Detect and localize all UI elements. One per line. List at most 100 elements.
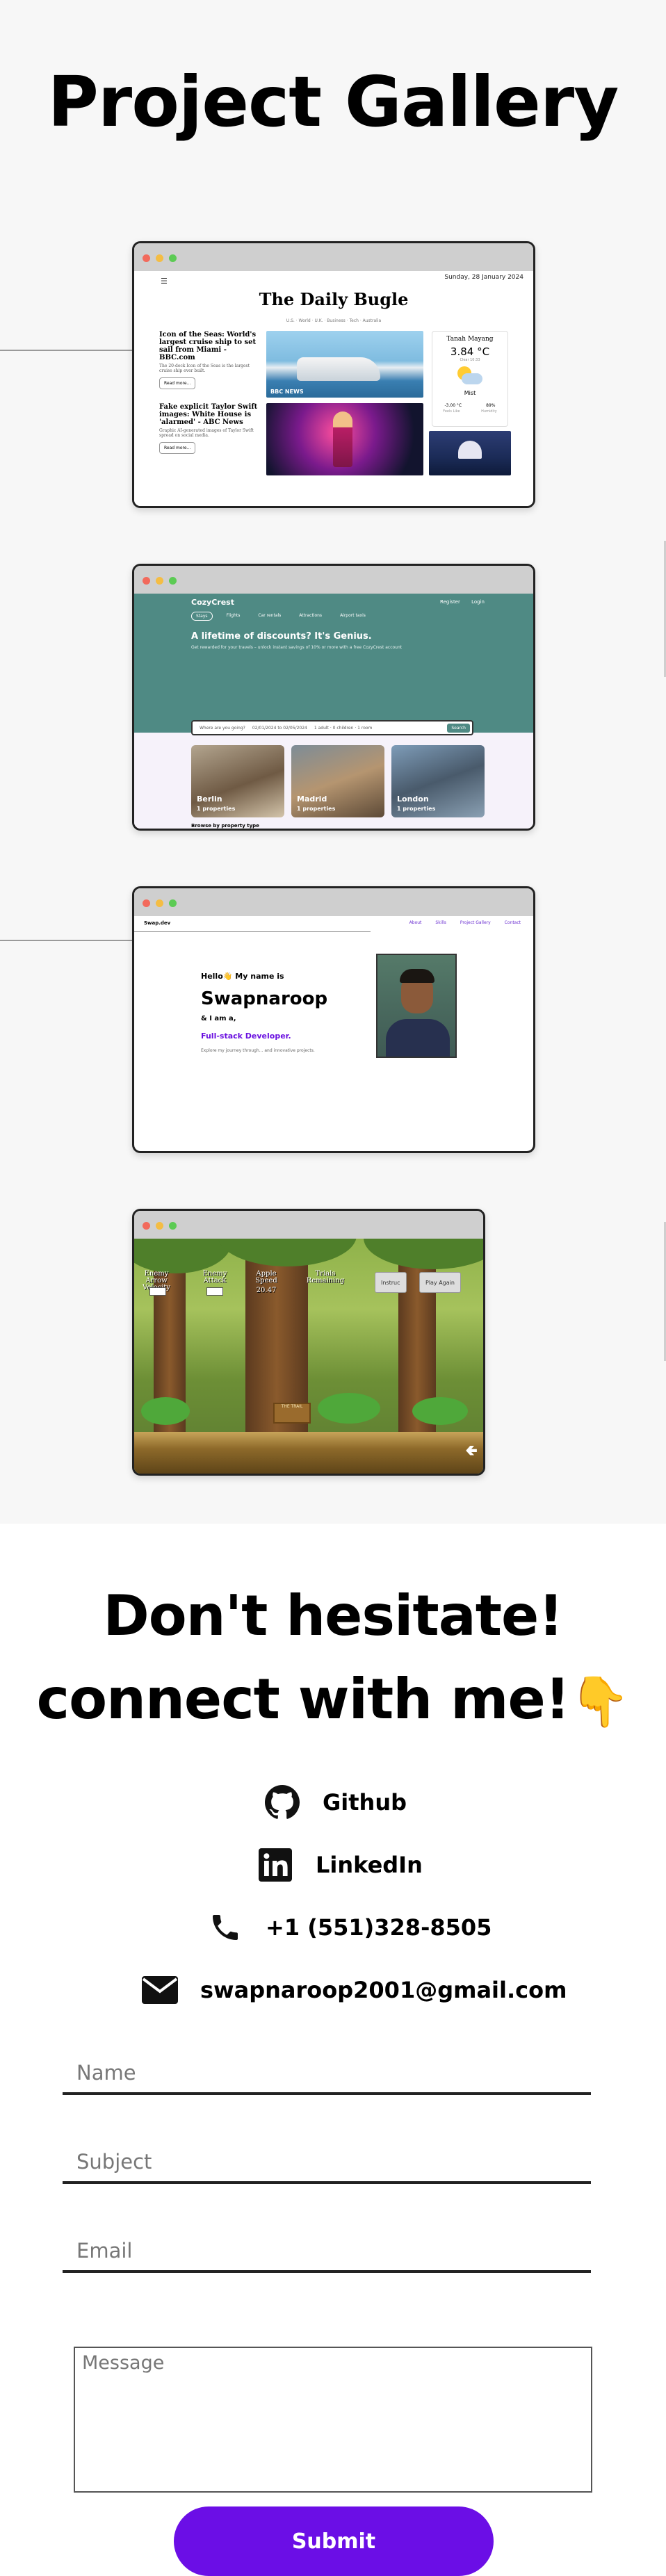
hero-tagline: Explore my journey through... and innova… (201, 1048, 315, 1053)
window-close-dot (143, 254, 150, 262)
nav-about: About (409, 920, 422, 925)
window-close-dot (143, 1222, 150, 1230)
project-preview: ☰ Sunday, 28 January 2024 The Daily Bugl… (134, 271, 533, 506)
tab-car-rentals: Car rentals (258, 613, 282, 618)
window-minimize-dot (156, 899, 163, 907)
portfolio-nav-links: About Skills Project Gallery Contact (409, 920, 521, 925)
window-close-dot (143, 577, 150, 585)
contact-title-text: connect with me! (36, 1667, 571, 1731)
humidity-label: Humidity (481, 409, 497, 414)
window-minimize-dot (156, 577, 163, 585)
submit-button[interactable]: Submit (174, 2506, 494, 2576)
bugle-article: Icon of the Seas: World's largest cruise… (159, 331, 263, 389)
nav-contact: Contact (504, 920, 521, 925)
browser-title-bar (134, 566, 533, 594)
cozy-header: CozyCrest Register Login Stays Flights C… (134, 594, 533, 733)
city-card-london: London 1 properties (391, 745, 485, 817)
github-label: Github (323, 1789, 407, 1816)
guests-field: 1 adult · 0 children · 1 room (314, 725, 373, 731)
article-title: Icon of the Seas: World's largest cruise… (159, 331, 257, 361)
browser-title-bar (134, 888, 533, 916)
hero-role: Full-stack Developer. (201, 1032, 291, 1041)
linkedin-link[interactable]: LinkedIn (257, 1845, 423, 1884)
cozy-headline: A lifetime of discounts? It's Genius. (191, 631, 372, 642)
hud-speed-value: 20.47 (256, 1287, 277, 1294)
contact-title-line2: connect with me!👇 (0, 1667, 666, 1731)
partly-cloudy-icon (455, 366, 485, 389)
linkedin-label: LinkedIn (316, 1852, 423, 1878)
performer-figure (333, 411, 352, 467)
subject-input[interactable]: Subject (63, 2142, 591, 2184)
portfolio-brand: Swap.dev (144, 920, 171, 926)
nav-skills: Skills (435, 920, 446, 925)
pointing-down-icon: 👇 (569, 1673, 630, 1730)
bush (141, 1397, 190, 1425)
profile-photo (376, 954, 457, 1058)
cozy-tabs: Stays Flights Car rentals Attractions Ai… (191, 612, 370, 621)
window-maximize-dot (169, 899, 177, 907)
name-input[interactable]: Name (63, 2053, 591, 2095)
browser-title-bar (134, 243, 533, 271)
hero-greeting: Hello👋 My name is (201, 972, 284, 981)
tree-canopy (218, 1239, 357, 1266)
dates-field: 02/01/2024 to 02/05/2024 (252, 725, 307, 731)
concert-image (266, 403, 423, 475)
email-input[interactable]: Email (63, 2231, 591, 2273)
project-card-cozycrest[interactable]: CozyCrest Register Login Stays Flights C… (132, 564, 535, 831)
weather-widget: Tanah Mayang 3.84 °C Clear 10:33 Mist -3… (432, 331, 508, 427)
bush (318, 1393, 380, 1424)
github-link[interactable]: Github (264, 1783, 407, 1822)
nav-underline (134, 931, 371, 932)
divider-line (0, 940, 135, 941)
bugle-date: Sunday, 28 January 2024 (444, 274, 523, 281)
cruise-ship-image: BBC NEWS (266, 331, 423, 398)
search-button: Search (447, 723, 470, 733)
city-name: Madrid (297, 794, 327, 804)
project-gallery-section: Project Gallery ☰ Sunday, 28 January 202… (0, 0, 666, 1524)
feels-like-value: -3.00 °C (444, 403, 462, 408)
hud-input (206, 1287, 223, 1296)
phone-icon (207, 1909, 243, 1946)
window-close-dot (143, 899, 150, 907)
login-link: Login (471, 599, 485, 605)
weather-stat-labels: Feels Like Humidity (432, 409, 507, 414)
hero-iam: & I am a, (201, 1015, 236, 1022)
message-textarea[interactable]: Message (74, 2347, 592, 2493)
window-minimize-dot (156, 254, 163, 262)
hud-label: Apple Speed (255, 1270, 277, 1285)
capitol-image (429, 431, 511, 475)
phone-link[interactable]: +1 (551)328-8505 (207, 1908, 492, 1947)
weather-condition: Mist (464, 390, 476, 396)
city-card-madrid: Madrid 1 properties (291, 745, 384, 817)
read-more-button: Read more... (159, 377, 196, 389)
project-preview: THE TRAIL Enemy Arrow Velocity Enemy Att… (134, 1239, 483, 1474)
linkedin-icon (257, 1847, 293, 1883)
project-card-daily-bugle[interactable]: ☰ Sunday, 28 January 2024 The Daily Bugl… (132, 241, 535, 508)
nav-project-gallery: Project Gallery (460, 920, 491, 925)
menu-icon: ☰ (161, 277, 168, 286)
hud-label: Enemy Attack (202, 1270, 227, 1285)
humidity-value: 89% (486, 403, 496, 408)
tree-canopy (364, 1239, 483, 1269)
window-maximize-dot (169, 254, 177, 262)
phone-label: +1 (551)328-8505 (266, 1914, 492, 1941)
city-card-berlin: Berlin 1 properties (191, 745, 284, 817)
project-card-portfolio[interactable]: Swap.dev About Skills Project Gallery Co… (132, 886, 535, 1153)
project-preview: CozyCrest Register Login Stays Flights C… (134, 594, 533, 829)
tab-airport-taxis: Airport taxis (340, 613, 366, 618)
project-card-game[interactable]: THE TRAIL Enemy Arrow Velocity Enemy Att… (132, 1209, 485, 1476)
article-summary: Graphic AI-generated images of Taylor Sw… (159, 428, 254, 438)
divider-line (0, 350, 133, 351)
browse-heading: Browse by property type (191, 823, 259, 829)
tree-canopy (134, 1239, 232, 1273)
email-link[interactable]: swapnaroop2001@gmail.com (142, 1971, 567, 2010)
read-more-button: Read more... (159, 442, 196, 454)
feels-like-label: Feels Like (443, 409, 460, 414)
image-source-label: BBC NEWS (270, 389, 304, 395)
hud-label: Trials Remaining (306, 1270, 345, 1285)
left-arrow-icon: 🢀 (465, 1442, 478, 1460)
play-again-button: Play Again (419, 1272, 461, 1293)
article-summary: The 20-deck Icon of the Seas is the larg… (159, 364, 250, 373)
cloud-shape (462, 373, 482, 384)
bugle-title: The Daily Bugle (259, 289, 409, 309)
